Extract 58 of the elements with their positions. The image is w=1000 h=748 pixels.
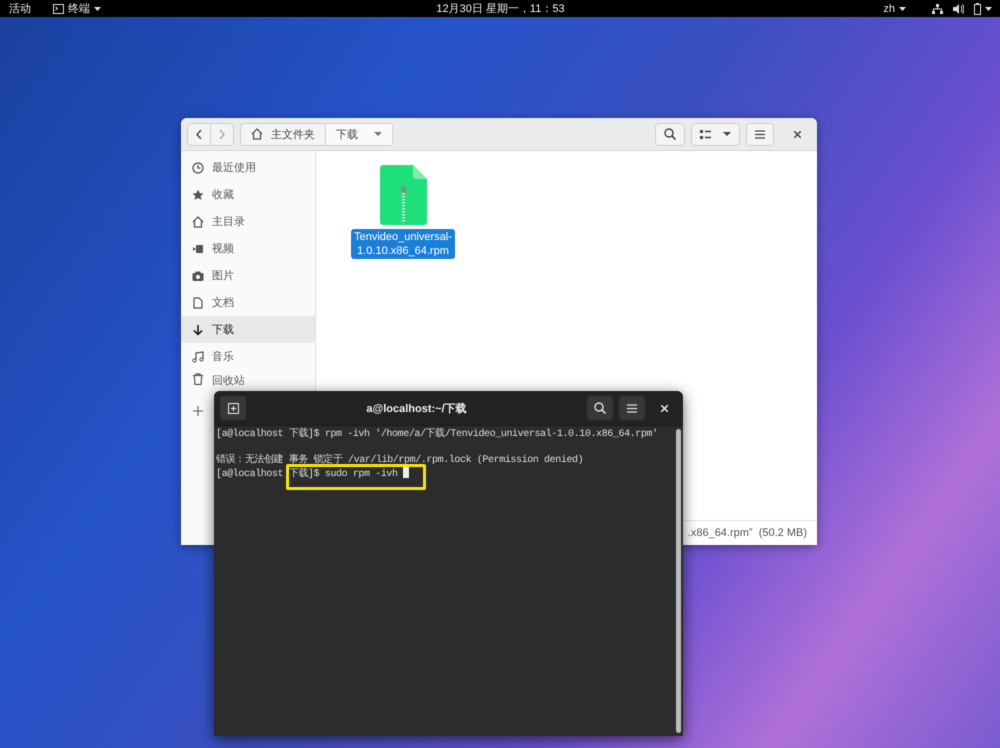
menu-button[interactable] (619, 396, 645, 420)
sidebar-item[interactable]: 主目录 (181, 208, 315, 235)
close-icon (794, 130, 801, 138)
menu-icon (627, 404, 637, 412)
zip-file-icon (380, 165, 426, 225)
volume-icon (953, 4, 964, 14)
terminal-line: [a@localhost 下载]$ sudo rpm -ivh (216, 469, 399, 480)
caret-icon (94, 6, 101, 10)
file-name[interactable]: Tenvideo_universal-1.0.10.x86_64.rpm (351, 229, 455, 259)
sidebar-item[interactable]: 下载 (181, 316, 315, 343)
plus-icon (192, 404, 204, 416)
camera-icon (192, 270, 204, 282)
network-icon (932, 4, 944, 14)
chevron-left-icon (196, 130, 202, 138)
list-view-icon (700, 130, 711, 138)
sidebar-item[interactable]: 回收站 (181, 370, 315, 390)
trash-icon (192, 373, 204, 385)
sidebar-item[interactable]: 音乐 (181, 343, 315, 370)
home-icon (251, 128, 263, 140)
terminal-icon (53, 4, 64, 14)
home-icon (192, 216, 204, 228)
download-arrow-icon (192, 324, 204, 336)
sidebar-item[interactable]: 最近使用 (181, 154, 315, 181)
scrollbar[interactable] (676, 429, 681, 733)
app-menu[interactable]: 终端 (53, 1, 101, 16)
sidebar-item[interactable]: 收藏 (181, 181, 315, 208)
clock-icon (192, 162, 204, 174)
activities-button[interactable]: 活动 (9, 1, 31, 16)
search-icon (594, 402, 606, 414)
sidebar-item[interactable]: 文档 (181, 289, 315, 316)
chevron-right-icon (219, 130, 225, 138)
video-icon (192, 242, 204, 254)
caret-icon (985, 6, 992, 10)
caret-icon (723, 132, 731, 136)
menu-icon (755, 130, 765, 138)
terminal-line: [a@localhost 下载]$ rpm -ivh '/home/a/下载/Tenvideo_universal-1.0.10.x86_64.rpm' (216, 429, 658, 440)
view-options-button[interactable] (691, 122, 740, 146)
document-icon (192, 296, 204, 308)
status-text: .x86_64.rpm” (50.2 MB) (688, 527, 807, 539)
search-button[interactable] (587, 396, 613, 420)
path-segment[interactable]: 下载 (326, 124, 392, 144)
caret-icon (899, 6, 906, 10)
caret-icon (374, 132, 382, 136)
terminal-line: 错误：无法创建 事务 锁定于 /var/lib/rpm/.rpm.lock (Permission denied) (216, 455, 584, 466)
sidebar-item[interactable]: 视频 (181, 235, 315, 262)
new-tab-button[interactable] (220, 396, 246, 420)
music-note-icon (192, 350, 204, 362)
window-title: a@localhost:~/下载 (365, 402, 468, 416)
battery-icon (974, 2, 982, 14)
search-icon (664, 128, 676, 140)
sidebar-item[interactable]: 图片 (181, 262, 315, 289)
menu-button[interactable] (746, 122, 774, 146)
close-icon (660, 404, 668, 412)
input-method-menu[interactable]: zh (883, 2, 906, 14)
clock[interactable]: 12月30日 星期一，11：53 (436, 3, 565, 15)
search-button[interactable] (655, 122, 685, 146)
new-tab-icon (228, 402, 238, 414)
star-icon (192, 188, 204, 200)
